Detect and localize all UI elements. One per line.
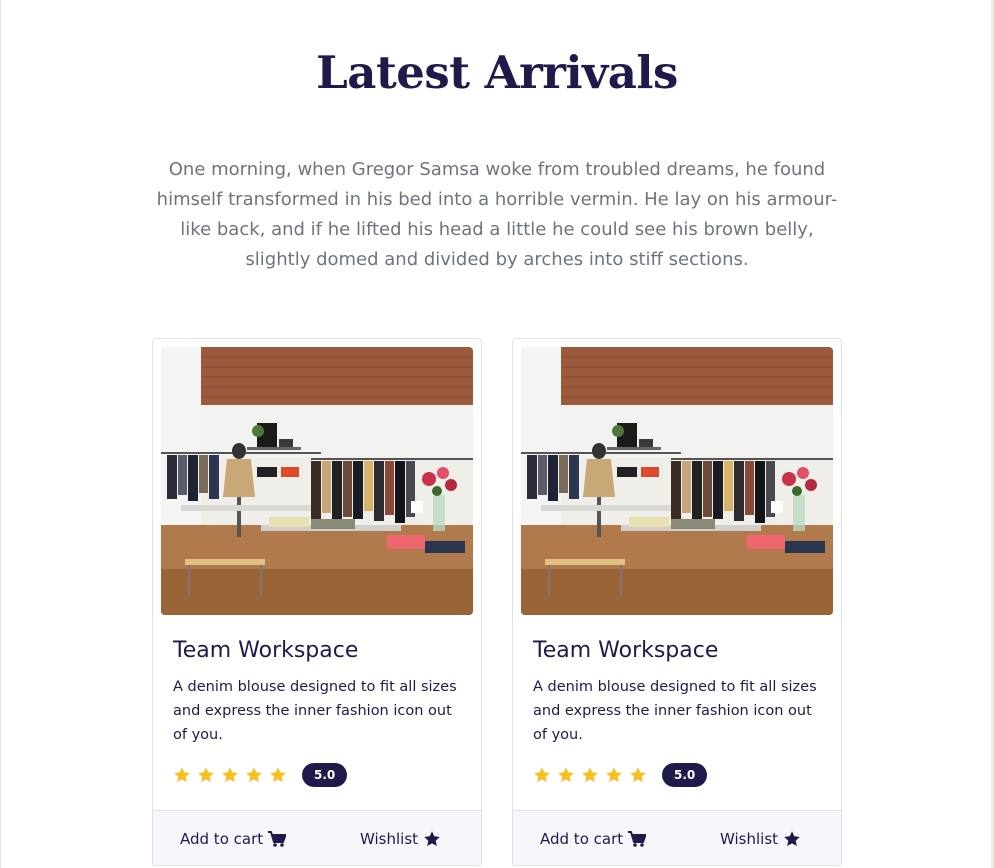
product-image[interactable] [161,347,473,615]
product-image[interactable] [521,347,833,615]
add-to-cart-label: Add to cart [180,830,264,848]
product-title[interactable]: Team Workspace [173,638,358,663]
star-icon [534,767,550,783]
star-icon [630,767,646,783]
star-icon [558,767,574,783]
product-description: A denim blouse designed to fit all sizes… [173,679,457,743]
section-description: One morning, when Gregor Samsa woke from… [156,159,838,270]
wishlist-button[interactable]: Wishlist [360,828,441,850]
product-title[interactable]: Team Workspace [533,638,718,663]
wishlist-label: Wishlist [720,830,779,848]
product-card: Team Workspace A denim blouse designed t… [152,338,482,866]
rating-badge: 5.0 [662,763,708,787]
card-footer: Add to cart Wishlist [513,810,841,865]
product-description: A denim blouse designed to fit all sizes… [533,679,817,743]
add-to-cart-button[interactable]: Add to cart [180,828,287,850]
star-icon [582,767,598,783]
star-icon [246,767,262,783]
product-rating: 5.0 [533,763,708,787]
cart-icon [268,831,287,847]
wishlist-button[interactable]: Wishlist [720,828,801,850]
star-icon [198,767,214,783]
star-icon [174,767,190,783]
section-title: Latest Arrivals [316,46,678,99]
star-icon [424,831,440,847]
page-left-border [0,0,1,868]
star-icon [270,767,286,783]
product-rating: 5.0 [173,763,348,787]
add-to-cart-label: Add to cart [540,830,624,848]
product-card: Team Workspace A denim blouse designed t… [512,338,842,866]
cart-icon [628,831,647,847]
card-footer: Add to cart Wishlist [153,810,481,865]
star-icon [784,831,800,847]
add-to-cart-button[interactable]: Add to cart [540,828,647,850]
rating-badge: 5.0 [302,763,348,787]
star-icon [222,767,238,783]
wishlist-label: Wishlist [360,830,419,848]
star-icon [606,767,622,783]
